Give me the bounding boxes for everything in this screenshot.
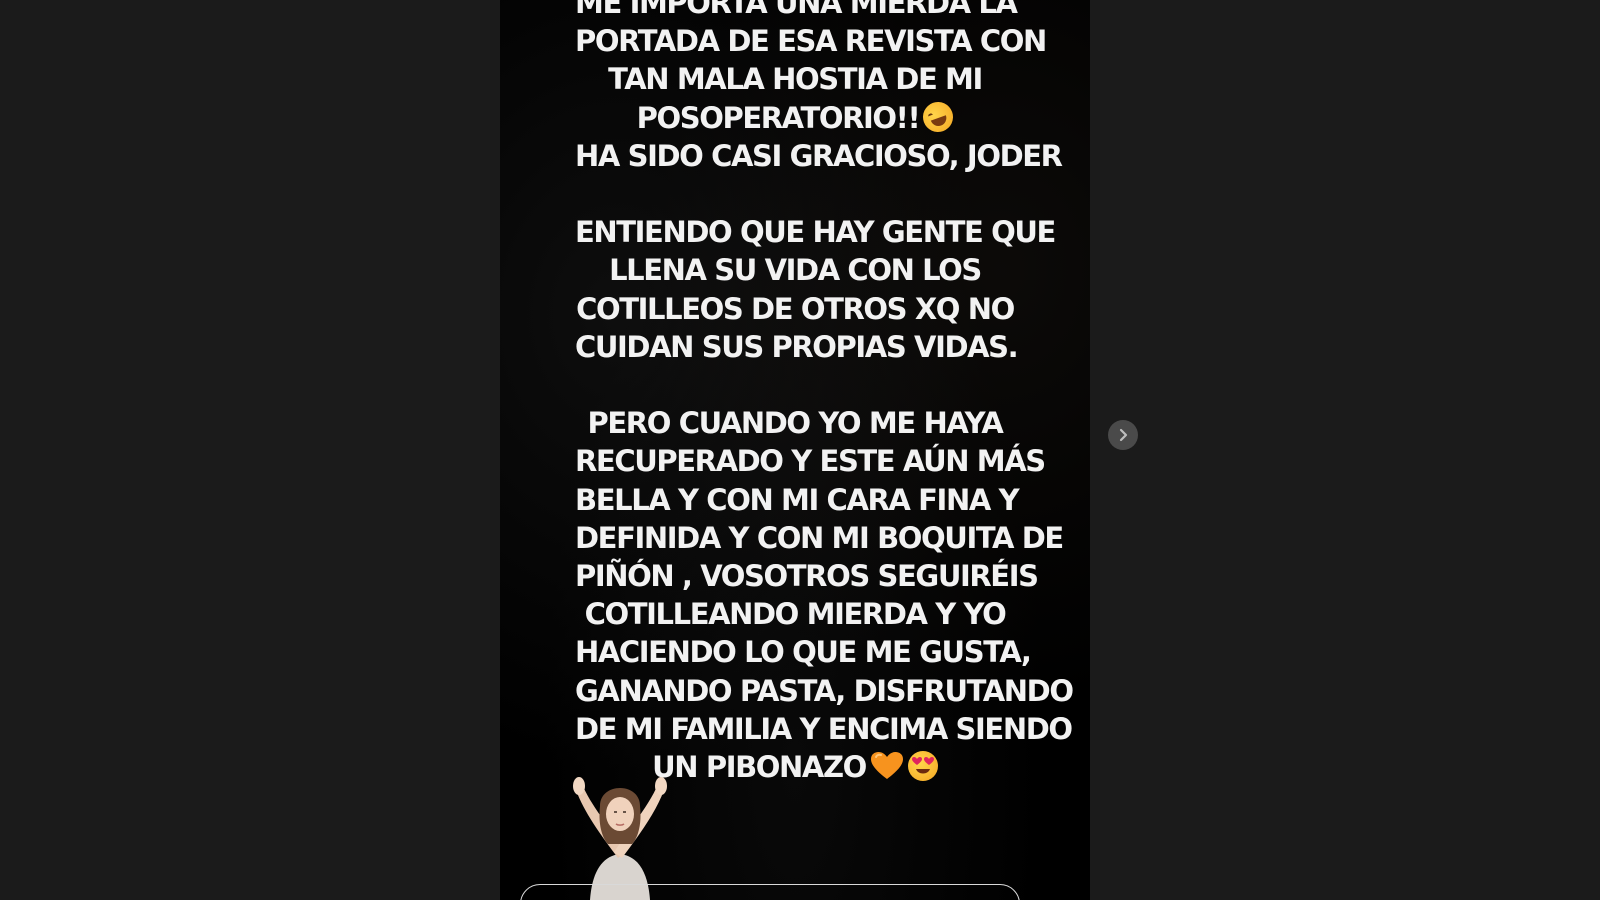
story-frame[interactable]: ME IMPORTA UNA MIERDA LA PORTADA DE ESA … xyxy=(500,0,1090,900)
text-line: ENTIENDO QUE HAY GENTE QUE xyxy=(575,215,1056,250)
text-line: TAN MALA HOSTIA DE MI xyxy=(608,62,983,97)
text-line: GANANDO PASTA, DISFRUTANDO xyxy=(575,673,1074,708)
paragraph-2: ENTIENDO QUE HAY GENTE QUE LLENA SU VIDA… xyxy=(575,213,1056,366)
text-line: DE MI FAMILIA Y ENCIMA SIENDO xyxy=(575,711,1073,746)
text-line: CUIDAN SUS PROPIAS VIDAS. xyxy=(575,329,1019,364)
chevron-right-icon xyxy=(1116,428,1130,442)
text-line-with-emoji: POSOPERATORIO!! xyxy=(575,97,1015,137)
text-line: HA SIDO CASI GRACIOSO, JODER xyxy=(575,138,1063,173)
reply-input[interactable] xyxy=(520,884,1020,900)
text-line: RECUPERADO Y ESTE AÚN MÁS xyxy=(575,444,1046,479)
send-icon[interactable] xyxy=(1034,894,1060,900)
next-story-button[interactable] xyxy=(1108,420,1138,450)
text-line: COTILLEOS DE OTROS XQ NO xyxy=(576,291,1015,326)
text-line: PERO CUANDO YO ME HAYA xyxy=(587,406,1004,441)
text-line: DEFINIDA Y CON MI BOQUITA DE xyxy=(575,520,1064,555)
rolling-laughing-emoji-icon xyxy=(919,97,958,136)
woman-crossed-arms-sticker xyxy=(570,772,670,900)
orange-heart-icon xyxy=(870,751,904,781)
text-line: POSOPERATORIO!! xyxy=(636,100,921,135)
story-viewer: ME IMPORTA UNA MIERDA LA PORTADA DE ESA … xyxy=(0,0,1600,900)
text-line: PIÑÓN , VOSOTROS SEGUIRÉIS xyxy=(575,559,1039,594)
heart-eyes-emoji-icon xyxy=(907,751,938,782)
text-line: HACIENDO LO QUE ME GUSTA, xyxy=(575,635,1032,670)
text-line: COTILLEANDO MIERDA Y YO xyxy=(584,597,1007,632)
story-text: ME IMPORTA UNA MIERDA LA PORTADA DE ESA … xyxy=(575,0,1074,786)
text-line: LLENA SU VIDA CON LOS xyxy=(609,253,982,288)
text-line: BELLA Y CON MI CARA FINA Y xyxy=(575,482,1020,517)
paragraph-1: ME IMPORTA UNA MIERDA LA PORTADA DE ESA … xyxy=(575,0,1063,175)
text-line: PORTADA DE ESA REVISTA CON xyxy=(575,24,1047,59)
text-line: UN PIBONAZO xyxy=(652,750,867,785)
paragraph-3: PERO CUANDO YO ME HAYA RECUPERADO Y ESTE… xyxy=(575,404,1074,786)
text-line: ME IMPORTA UNA MIERDA LA xyxy=(575,0,1018,20)
